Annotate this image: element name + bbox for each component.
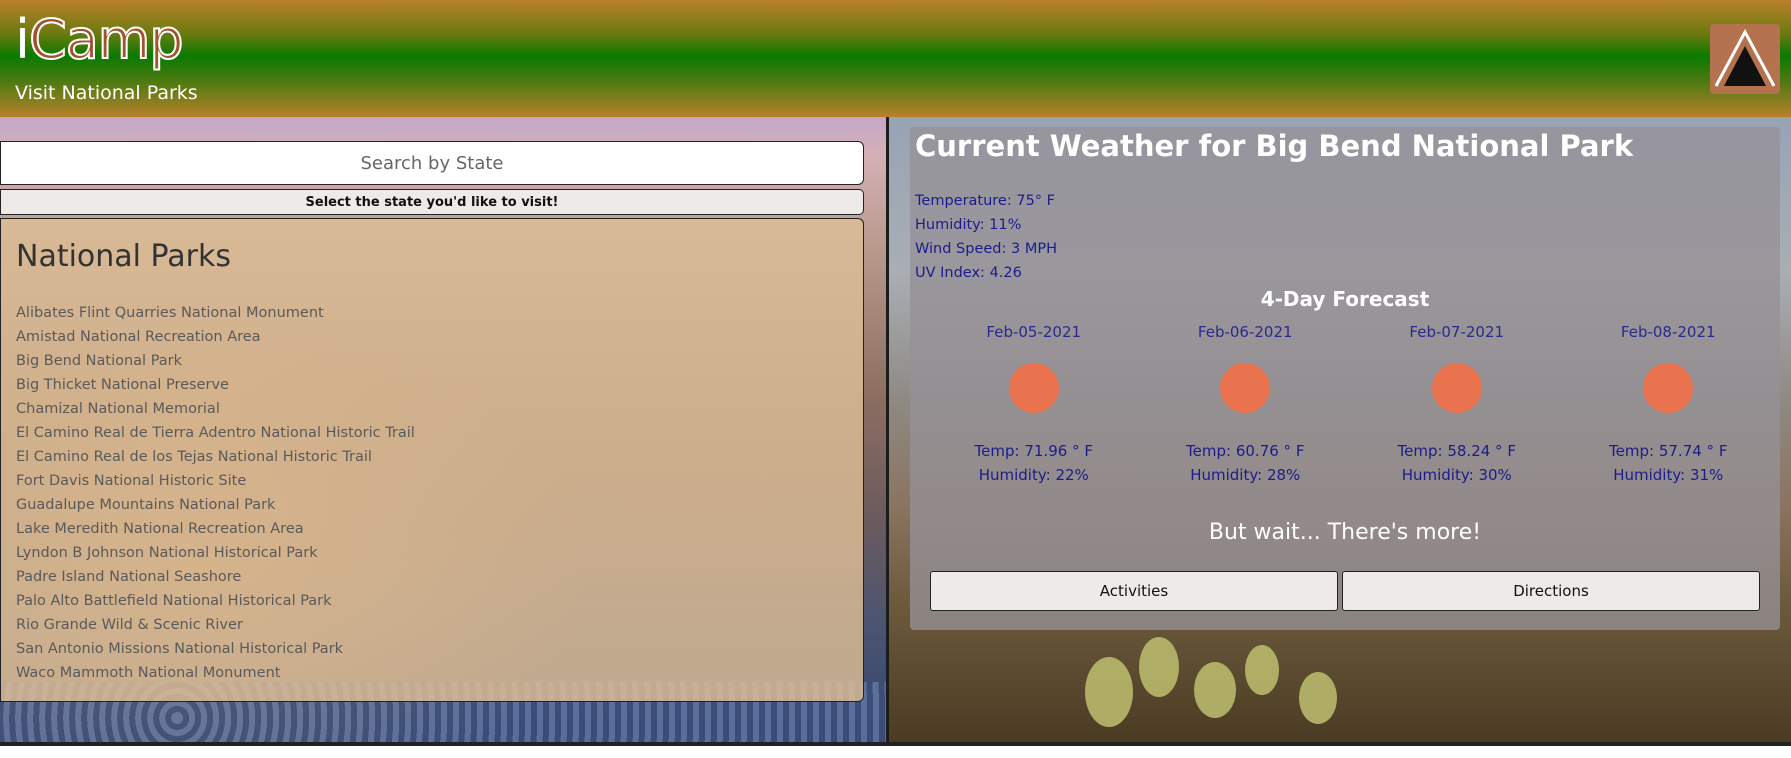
forecast-date: Feb-07-2021 xyxy=(1409,323,1505,341)
park-list-item[interactable]: Chamizal National Memorial xyxy=(16,397,415,421)
forecast-day: Feb-05-2021 Temp: 71.96 ° F Humidity: 22… xyxy=(928,323,1140,503)
forecast-title: 4-Day Forecast xyxy=(1260,287,1430,311)
park-list-item[interactable]: Lyndon B Johnson National Historical Par… xyxy=(16,541,415,565)
directions-button[interactable]: Directions xyxy=(1342,571,1760,611)
forecast-day: Feb-08-2021 Temp: 57.74 ° F Humidity: 31… xyxy=(1563,323,1775,503)
parks-panel: National Parks Alibates Flint Quarries N… xyxy=(0,218,864,702)
forecast-humidity: Humidity: 30% xyxy=(1401,466,1512,484)
park-list-item[interactable]: Big Bend National Park xyxy=(16,349,415,373)
park-list-item[interactable]: Guadalupe Mountains National Park xyxy=(16,493,415,517)
park-list-item[interactable]: Big Thicket National Preserve xyxy=(16,373,415,397)
sun-icon xyxy=(1220,363,1271,413)
parks-title: National Parks xyxy=(16,239,232,274)
park-list-item[interactable]: Rio Grande Wild & Scenic River xyxy=(16,613,415,637)
sun-icon xyxy=(1431,363,1482,413)
forecast-date: Feb-06-2021 xyxy=(1197,323,1293,341)
park-list-item[interactable]: Padre Island National Seashore xyxy=(16,565,415,589)
park-list-item[interactable]: Lake Meredith National Recreation Area xyxy=(16,517,415,541)
more-heading: But wait... There's more! xyxy=(1208,520,1482,545)
header: iCamp Visit National Parks xyxy=(0,0,1791,117)
forecast-humidity: Humidity: 31% xyxy=(1613,466,1724,484)
park-list-item[interactable]: San Antonio Missions National Historical… xyxy=(16,637,415,661)
park-list-item[interactable]: El Camino Real de los Tejas National His… xyxy=(16,445,415,469)
activities-button[interactable]: Activities xyxy=(930,571,1338,611)
forecast-day: Feb-07-2021 Temp: 58.24 ° F Humidity: 30… xyxy=(1351,323,1563,503)
logo[interactable]: iCamp xyxy=(15,7,185,72)
tent-icon xyxy=(1714,28,1776,87)
current-humidity: Humidity: 11% xyxy=(915,217,1022,233)
current-uv-index: UV Index: 4.26 xyxy=(915,265,1022,281)
sun-icon xyxy=(1643,363,1694,413)
current-wind-speed: Wind Speed: 3 MPH xyxy=(915,241,1057,257)
park-list-item[interactable]: Alibates Flint Quarries National Monumen… xyxy=(16,301,415,325)
sun-icon xyxy=(1008,363,1059,413)
footer-strip xyxy=(0,742,1791,758)
parks-list: Alibates Flint Quarries National Monumen… xyxy=(16,301,415,685)
forecast-humidity: Humidity: 22% xyxy=(978,466,1089,484)
state-search-input[interactable] xyxy=(0,141,864,185)
forecast-days: Feb-05-2021 Temp: 71.96 ° F Humidity: 22… xyxy=(928,323,1774,503)
current-temperature: Temperature: 75° F xyxy=(915,193,1055,209)
select-state-button[interactable]: Select the state you'd like to visit! xyxy=(0,189,864,215)
tagline: Visit National Parks xyxy=(15,82,198,104)
forecast-day: Feb-06-2021 Temp: 60.76 ° F Humidity: 28… xyxy=(1140,323,1352,503)
park-list-item[interactable]: Fort Davis National Historic Site xyxy=(16,469,415,493)
weather-panel: Current Weather for Big Bend National Pa… xyxy=(910,127,1780,630)
forecast-date: Feb-08-2021 xyxy=(1620,323,1716,341)
forecast-temp: Temp: 57.74 ° F xyxy=(1609,442,1728,460)
forecast-temp: Temp: 58.24 ° F xyxy=(1397,442,1516,460)
park-list-item[interactable]: Waco Mammoth National Monument xyxy=(16,661,415,685)
park-list-item[interactable]: Palo Alto Battlefield National Historica… xyxy=(16,589,415,613)
forecast-date: Feb-05-2021 xyxy=(986,323,1082,341)
forecast-temp: Temp: 60.76 ° F xyxy=(1186,442,1305,460)
current-weather: Temperature: 75° F Humidity: 11% Wind Sp… xyxy=(915,189,1057,285)
weather-title: Current Weather for Big Bend National Pa… xyxy=(915,129,1634,163)
park-list-item[interactable]: El Camino Real de Tierra Adentro Nationa… xyxy=(16,421,415,445)
park-list-item[interactable]: Amistad National Recreation Area xyxy=(16,325,415,349)
menu-button[interactable] xyxy=(1710,24,1780,94)
forecast-humidity: Humidity: 28% xyxy=(1190,466,1301,484)
forecast-temp: Temp: 71.96 ° F xyxy=(974,442,1093,460)
